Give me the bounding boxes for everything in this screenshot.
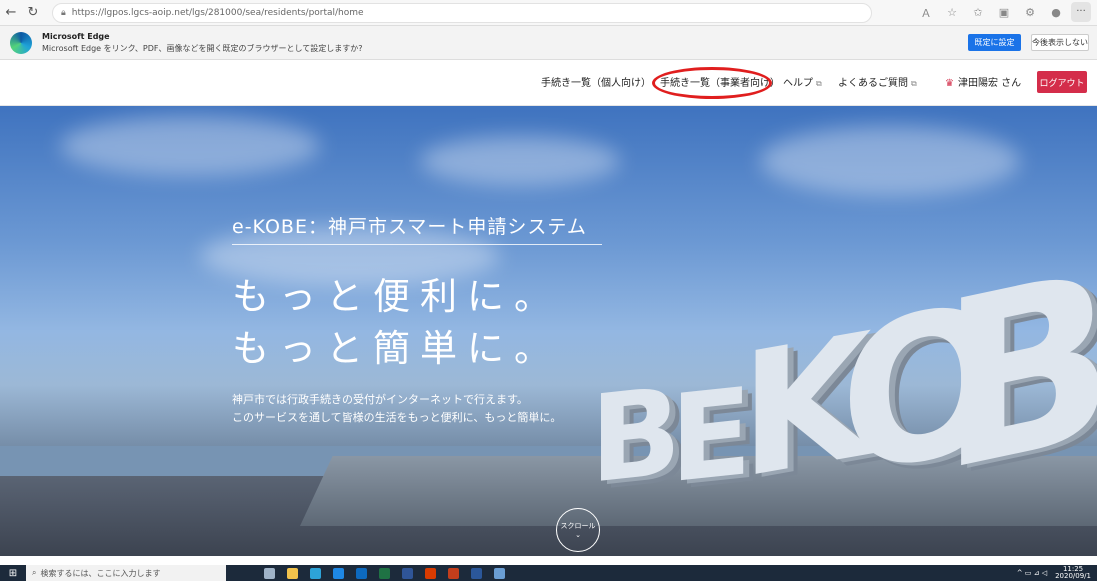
clock-date: 2020/09/1 <box>1055 572 1091 580</box>
hero-banner: B E K O B e-KOBE：神戸市スマート申請システム もっと便利に。 も… <box>0 106 1097 556</box>
system-tray: ^ ▭ ⊿ ◁ 11:25 2020/09/1 <box>1017 566 1097 580</box>
favorites-add-icon[interactable]: ☆ <box>941 2 963 24</box>
powerpoint-icon[interactable] <box>448 567 459 579</box>
nav-label: よくあるご質問 <box>838 78 908 89</box>
search-icon: ⌕ <box>32 568 37 577</box>
default-browser-infobar: Microsoft Edge Microsoft Edge をリンク、PDF、画… <box>0 26 1097 60</box>
file-explorer-icon[interactable] <box>287 567 298 579</box>
taskbar-apps <box>264 567 505 579</box>
app-icon[interactable] <box>333 567 344 579</box>
scroll-label: スクロール <box>560 522 596 530</box>
infobar-message: Microsoft Edge をリンク、PDF、画像などを開く既定のブラウザーと… <box>42 43 363 53</box>
cloud <box>60 116 320 176</box>
refresh-icon[interactable]: ↻ <box>22 2 44 24</box>
hero-divider <box>232 244 602 245</box>
back-icon[interactable]: ← <box>0 2 22 24</box>
infobar-text: Microsoft Edge Microsoft Edge をリンク、PDF、画… <box>42 32 363 54</box>
tray-icons[interactable]: ^ ▭ ⊿ ◁ <box>1017 569 1047 577</box>
favorites-icon[interactable]: ✩ <box>967 2 989 24</box>
user-name: ♛ 津田陽宏 さん <box>945 74 1021 89</box>
user-icon: ♛ <box>945 78 954 89</box>
acrobat-icon[interactable] <box>425 567 436 579</box>
address-bar[interactable]: 🔒︎ https://lgpos.lgcs-aoip.net/lgs/28100… <box>52 2 872 23</box>
external-link-icon: ⧉ <box>816 79 822 88</box>
user-name-label: 津田陽宏 さん <box>957 78 1022 89</box>
scroll-button[interactable]: スクロール ⌄ <box>556 508 600 552</box>
nav-procedures-personal[interactable]: 手続き一覧（個人向け） <box>541 74 651 89</box>
catch-copy-1: もっと便利に。 <box>232 275 561 318</box>
dont-show-again-button[interactable]: 今後表示しない <box>1031 34 1089 51</box>
catch-copy-2: もっと簡単に。 <box>232 327 561 370</box>
external-link-icon: ⧉ <box>911 79 917 88</box>
set-default-button[interactable]: 既定に設定 <box>968 34 1021 51</box>
nav-faq[interactable]: よくあるご質問 ⧉ <box>838 74 917 89</box>
extensions-icon[interactable]: ⚙ <box>1019 2 1041 24</box>
url-text: https://lgpos.lgcs-aoip.net/lgs/281000/s… <box>71 7 364 18</box>
hero-description-2: このサービスを通して皆様の生活をもっと便利に、もっと簡単に。 <box>232 411 562 424</box>
windows-start-icon[interactable]: ⊞ <box>0 565 26 581</box>
cloud <box>420 136 620 186</box>
toolbar-right-icons: Ａ ☆ ✩ ▣ ⚙ ● ··· <box>915 1 1097 24</box>
nav-label: 手続き一覧（個人向け） <box>541 78 651 89</box>
app-icon[interactable] <box>494 567 505 579</box>
profile-icon[interactable]: ● <box>1045 2 1067 24</box>
nav-label: ヘルプ <box>783 78 813 89</box>
clock[interactable]: 11:25 2020/09/1 <box>1055 566 1091 580</box>
outlook-icon[interactable] <box>356 567 367 579</box>
word-icon[interactable] <box>471 567 482 579</box>
search-placeholder: 検索するには、ここに入力します <box>40 568 161 578</box>
red-circle-annotation <box>652 67 772 99</box>
more-button[interactable]: ··· <box>1071 1 1091 22</box>
hero-title: e-KOBE：神戸市スマート申請システム <box>232 216 587 238</box>
logout-button[interactable]: ログアウト <box>1037 71 1087 93</box>
taskbar-search-input[interactable]: ⌕ 検索するには、ここに入力します <box>26 565 226 581</box>
infobar-title: Microsoft Edge <box>42 31 110 41</box>
collections-icon[interactable]: ▣ <box>993 2 1015 24</box>
chevron-down-icon: ⌄ <box>575 531 581 539</box>
edge-logo-icon <box>10 31 32 54</box>
app-icon[interactable] <box>402 567 413 579</box>
hero-description-1: 神戸市では行政手続きの受付がインターネットで行えます。 <box>232 393 528 406</box>
nav-help[interactable]: ヘルプ ⧉ <box>783 74 822 89</box>
read-aloud-icon[interactable]: Ａ <box>915 2 937 24</box>
excel-icon[interactable] <box>379 567 390 579</box>
be-kobe-monument: B E K O B <box>590 220 1097 525</box>
lock-icon: 🔒︎ <box>61 7 66 18</box>
browser-toolbar: ← ↻ 🔒︎ https://lgpos.lgcs-aoip.net/lgs/2… <box>0 0 1097 26</box>
task-view-icon[interactable] <box>264 567 275 579</box>
windows-taskbar: ⊞ ⌕ 検索するには、ここに入力します ^ ▭ ⊿ ◁ 11:25 2020/0… <box>0 565 1097 581</box>
edge-icon[interactable] <box>310 567 321 579</box>
